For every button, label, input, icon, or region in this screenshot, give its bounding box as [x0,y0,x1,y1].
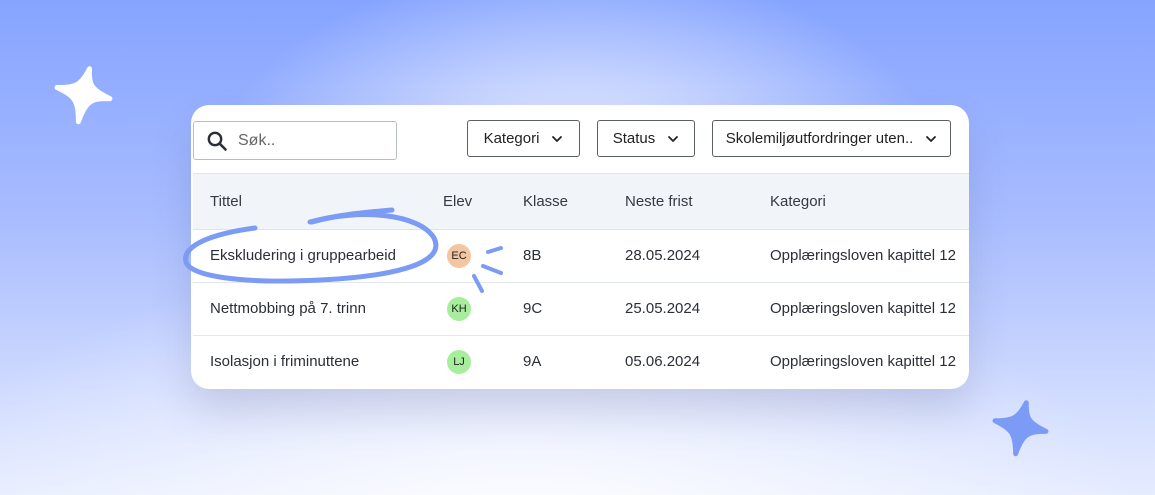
status-dropdown-label: Status [612,130,656,147]
student-avatar: LJ [447,350,471,374]
case-kategori: Opplæringsloven kapittel 12 [770,353,956,370]
sparkle-star-icon [992,400,1049,457]
chevron-down-icon [668,135,679,142]
case-kategori: Opplæringsloven kapittel 12 [770,300,956,317]
chevron-down-icon [926,135,937,142]
case-frist: 25.05.2024 [625,300,701,317]
skolemiljo-dropdown[interactable]: Skolemiljøutfordringer uten.. [712,120,951,157]
table-row[interactable]: Nettmobbing på 7. trinn KH 9C 25.05.2024… [193,283,969,336]
kategori-dropdown-label: Kategori [483,130,540,147]
student-avatar: KH [447,297,471,321]
case-title[interactable]: Nettmobbing på 7. trinn [210,300,366,317]
search-box[interactable] [193,121,397,160]
case-title[interactable]: Isolasjon i friminuttene [210,353,359,370]
student-avatar: EC [447,244,471,268]
column-header-kategori[interactable]: Kategori [770,193,826,210]
case-kategori: Opplæringsloven kapittel 12 [770,247,956,264]
column-header-frist[interactable]: Neste frist [625,193,693,210]
toolbar: Kategori Status Skolemiljøutfordringer u… [191,105,969,173]
case-frist: 05.06.2024 [625,353,701,370]
column-header-klasse[interactable]: Klasse [523,193,568,210]
skolemiljo-dropdown-label: Skolemiljøutfordringer uten.. [725,130,914,147]
kategori-dropdown[interactable]: Kategori [467,120,580,157]
column-header-title[interactable]: Tittel [210,193,242,210]
chevron-down-icon [552,135,563,142]
table-row[interactable]: Isolasjon i friminuttene LJ 9A 05.06.202… [193,336,969,389]
table-header: Tittel Elev Klasse Neste frist Kategori [193,173,969,230]
case-frist: 28.05.2024 [625,247,701,264]
table-row[interactable]: Ekskludering i gruppearbeid EC 8B 28.05.… [193,230,969,283]
search-icon [207,131,227,151]
status-dropdown[interactable]: Status [597,120,695,157]
sparkle-star-icon [54,66,113,125]
case-title[interactable]: Ekskludering i gruppearbeid [210,247,396,264]
column-header-elev[interactable]: Elev [443,193,472,210]
cases-card: Kategori Status Skolemiljøutfordringer u… [191,105,969,389]
case-klasse: 8B [523,247,542,264]
case-klasse: 9C [523,300,543,317]
search-input[interactable] [236,130,380,151]
case-klasse: 9A [523,353,542,370]
